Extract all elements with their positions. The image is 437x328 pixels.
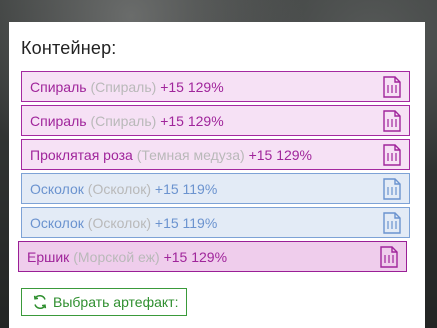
- artifact-original-name: (Морской еж): [73, 248, 160, 265]
- artifact-original-name: (Осколок): [87, 214, 151, 231]
- artifact-bonus: +15 119%: [154, 214, 218, 231]
- artifact-label: Спираль (Спираль) +15 129%: [22, 79, 224, 95]
- refresh-icon: [33, 294, 47, 310]
- artifact-bonus: +15 129%: [163, 248, 228, 265]
- container-title: Контейнер:: [21, 38, 117, 58]
- artifact-item[interactable]: Проклятая роза (Темная медуза) +15 129%: [21, 139, 410, 170]
- select-artifact-label: Выбрать артефакт:: [53, 294, 179, 310]
- artifact-original-name: (Осколок): [87, 180, 151, 197]
- artifact-item-hovered[interactable]: Ершик (Морской еж) +15 129%: [18, 241, 407, 272]
- artifact-original-name: (Темная медуза): [136, 146, 245, 163]
- artifact-name: Спираль: [30, 78, 87, 95]
- artifact-item[interactable]: Спираль (Спираль) +15 129%: [21, 105, 410, 136]
- artifact-bonus: +15 119%: [154, 180, 218, 197]
- artifact-original-name: (Спираль): [90, 112, 157, 129]
- artifact-bonus: +15 129%: [248, 146, 313, 163]
- artifact-name: Осколок: [30, 180, 84, 197]
- document-icon[interactable]: [383, 110, 401, 132]
- artifact-item[interactable]: Спираль (Спираль) +15 129%: [21, 71, 410, 102]
- artifact-label: Осколок (Осколок) +15 119%: [22, 181, 217, 197]
- artifact-name: Осколок: [30, 214, 84, 231]
- document-icon[interactable]: [383, 178, 401, 200]
- document-icon[interactable]: [383, 144, 401, 166]
- artifact-name: Спираль: [30, 112, 87, 129]
- artifact-item[interactable]: Осколок (Осколок) +15 119%: [21, 207, 410, 238]
- document-icon[interactable]: [383, 212, 401, 234]
- artifact-original-name: (Спираль): [90, 78, 157, 95]
- artifact-bonus: +15 129%: [160, 112, 224, 129]
- artifact-name: Проклятая роза: [30, 146, 133, 163]
- artifact-label: Проклятая роза (Темная медуза) +15 129%: [22, 147, 312, 163]
- artifact-bonus: +15 129%: [160, 78, 224, 95]
- artifact-label: Спираль (Спираль) +15 129%: [22, 113, 224, 129]
- select-artifact-button[interactable]: Выбрать артефакт:: [21, 288, 187, 316]
- document-icon[interactable]: [380, 246, 398, 268]
- artifact-label: Осколок (Осколок) +15 119%: [22, 215, 217, 231]
- document-icon[interactable]: [383, 76, 401, 98]
- artifact-item[interactable]: Осколок (Осколок) +15 119%: [21, 173, 410, 204]
- artifact-label: Ершик (Морской еж) +15 129%: [19, 249, 227, 265]
- artifact-name: Ершик: [27, 248, 70, 265]
- container-panel: Контейнер: Спираль (Спираль) +15 129% Сп…: [9, 22, 425, 328]
